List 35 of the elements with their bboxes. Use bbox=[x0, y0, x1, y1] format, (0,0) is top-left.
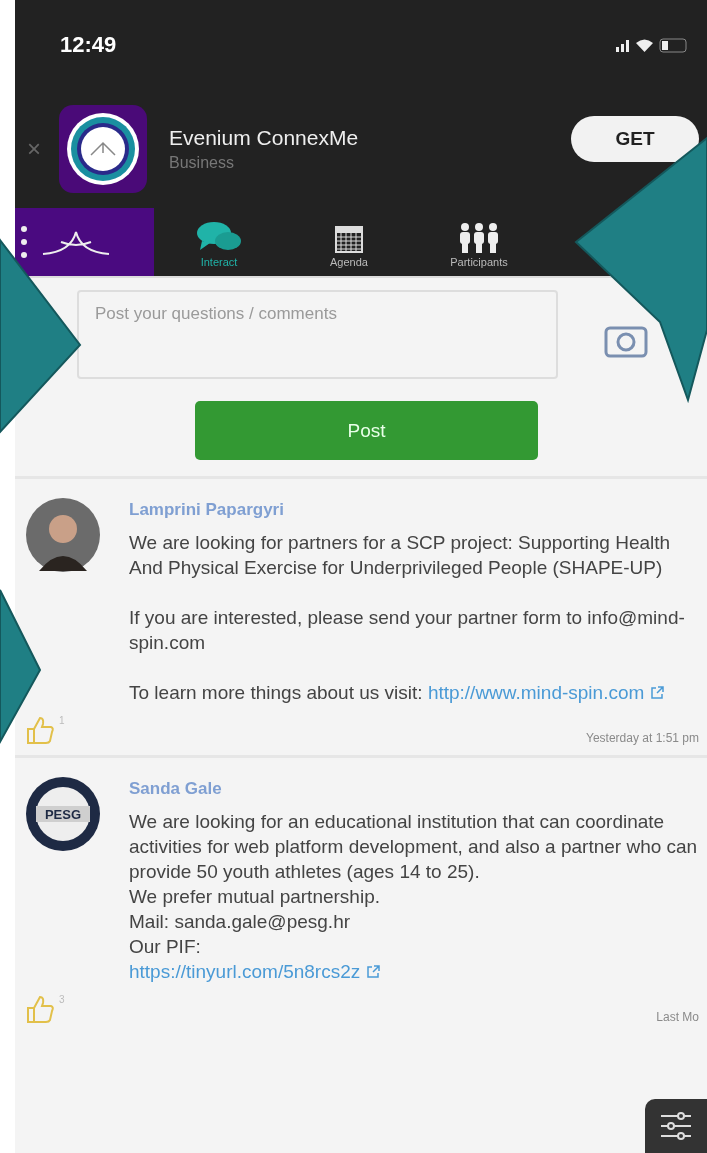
author-name[interactable]: Sanda Gale bbox=[129, 776, 705, 801]
post-text: Mail: sanda.gale@pesg.hr bbox=[129, 910, 352, 934]
nav-tab[interactable]: Agenda bbox=[284, 208, 414, 276]
post-text: If you are interested, please send your partner form to info@mind-spin.com bbox=[129, 606, 686, 655]
battery-icon bbox=[659, 37, 687, 53]
brand-panel[interactable] bbox=[15, 208, 154, 276]
like-count: 3 bbox=[59, 994, 65, 1007]
sliders-icon bbox=[659, 1111, 693, 1141]
app-icon bbox=[59, 105, 147, 193]
post-text: We are looking for an educational institution that can coordinate activities for web platform development, and also a partner who can provide 50 youth athletes (ages 14 to 25). bbox=[129, 810, 699, 884]
post-text: We are looking for partners for a SCP project: Supporting Health And Physical Exercise for Underprivileged People (SHAPE-UP) bbox=[129, 531, 672, 580]
post-time: Yesterday at 1:51 pm bbox=[586, 731, 699, 745]
app-name: Evenium ConnexMe bbox=[169, 126, 360, 150]
signal-icon bbox=[616, 38, 630, 52]
nav-tab[interactable]: Participants bbox=[414, 208, 544, 276]
post-button[interactable]: Post bbox=[195, 401, 538, 460]
filter-button[interactable] bbox=[645, 1099, 707, 1153]
post-time: Last Mo bbox=[656, 1010, 699, 1024]
post-text: We prefer mutual partnership. bbox=[129, 885, 381, 909]
external-link-icon bbox=[366, 965, 381, 979]
post-link[interactable]: http://www.mind-spin.com bbox=[427, 682, 665, 703]
close-icon[interactable]: × bbox=[27, 135, 49, 163]
comment-field[interactable]: Post your questions / comments bbox=[77, 290, 558, 379]
app-category: Business bbox=[169, 154, 235, 172]
post-text: To learn more things about us visit: bbox=[129, 682, 423, 703]
nav-tab[interactable]: Interact bbox=[154, 208, 284, 276]
status-time: 12:49 bbox=[60, 32, 117, 58]
author-name[interactable]: Lamprini Papargyri bbox=[129, 497, 705, 522]
external-link-icon bbox=[650, 686, 665, 700]
wifi-icon bbox=[636, 38, 653, 52]
get-button[interactable]: GET bbox=[571, 116, 699, 162]
post-link[interactable]: https://tinyurl.com/5n8rcs2z bbox=[129, 961, 381, 982]
menu-icon[interactable] bbox=[21, 225, 27, 259]
post-text: Our PIF: bbox=[129, 935, 202, 959]
people-icon bbox=[457, 222, 501, 254]
